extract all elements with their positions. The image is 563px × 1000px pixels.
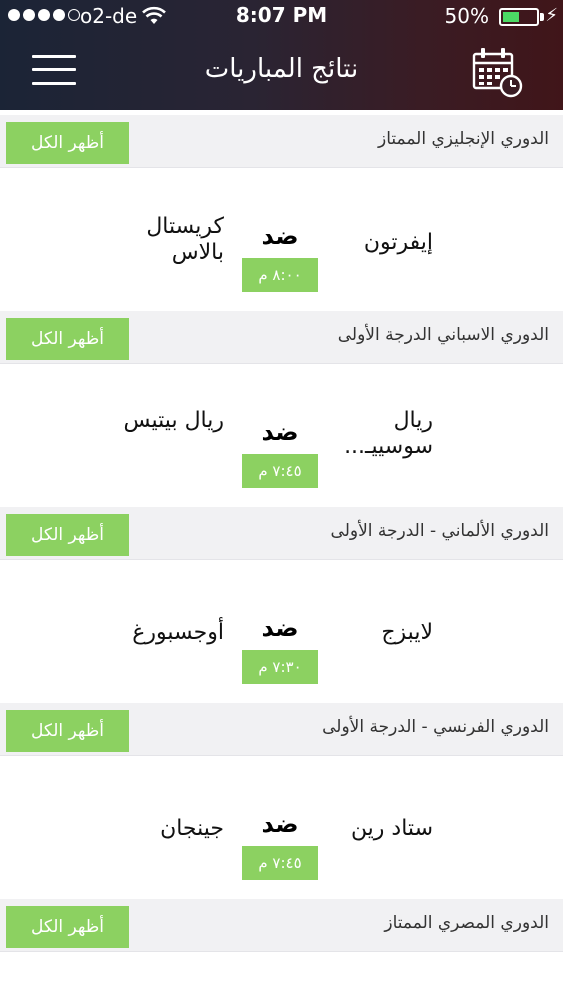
home-team: إيفرتون bbox=[363, 230, 433, 255]
app-header: o2-de 8:07 PM 50% ⚡ نتائج المباريات bbox=[0, 0, 563, 110]
match-time-badge: ٧:٣٠ م bbox=[242, 650, 318, 684]
match-time-badge: ٧:٤٥ م bbox=[242, 846, 318, 880]
battery-icon bbox=[499, 8, 539, 26]
versus-label: ضد bbox=[261, 418, 299, 446]
league-name: الدوري الألماني - الدرجة الأولى bbox=[330, 521, 549, 541]
versus-label: ضد bbox=[261, 614, 299, 642]
league-name: الدوري الإنجليزي الممتاز bbox=[377, 129, 549, 149]
show-all-button[interactable]: أظهر الكل bbox=[6, 122, 129, 164]
away-team: جينجان bbox=[160, 816, 224, 841]
home-team: ستاد رين bbox=[350, 816, 433, 841]
home-team: لايبزج bbox=[381, 620, 433, 645]
versus-label: ضد bbox=[261, 222, 299, 250]
away-team: أوجسبورغ bbox=[132, 620, 224, 645]
calendar-icon[interactable] bbox=[470, 44, 526, 100]
league-header-egyptian-league: أظهر الكل الدوري المصري الممتاز bbox=[0, 899, 563, 952]
league-name: الدوري الاسباني الدرجة الأولى bbox=[337, 325, 549, 345]
league-header-ligue-1: أظهر الكل الدوري الفرنسي - الدرجة الأولى bbox=[0, 703, 563, 756]
league-header-la-liga: أظهر الكل الدوري الاسباني الدرجة الأولى bbox=[0, 311, 563, 364]
match-row[interactable]: لايبزج ضد أوجسبورغ ٧:٣٠ م bbox=[0, 560, 563, 694]
show-all-button[interactable]: أظهر الكل bbox=[6, 318, 129, 360]
show-all-button[interactable]: أظهر الكل bbox=[6, 906, 129, 948]
charging-icon: ⚡ bbox=[545, 5, 558, 26]
battery-tip bbox=[540, 13, 544, 21]
league-header-bundesliga: أظهر الكل الدوري الألماني - الدرجة الأول… bbox=[0, 507, 563, 560]
league-name: الدوري الفرنسي - الدرجة الأولى bbox=[322, 717, 549, 737]
battery-percentage: 50% bbox=[444, 4, 489, 28]
league-header-premier-league: أظهر الكل الدوري الإنجليزي الممتاز bbox=[0, 115, 563, 168]
match-time-badge: ٨:٠٠ م bbox=[242, 258, 318, 292]
show-all-button[interactable]: أظهر الكل bbox=[6, 514, 129, 556]
status-bar: o2-de 8:07 PM 50% ⚡ bbox=[0, 0, 563, 34]
match-row[interactable]: ريال سوسييـ... ضد ريال بيتيس ٧:٤٥ م bbox=[0, 364, 563, 498]
match-time-badge: ٧:٤٥ م bbox=[242, 454, 318, 488]
away-team: ريال بيتيس bbox=[123, 408, 224, 433]
away-team: كريستال بالاس bbox=[146, 214, 224, 265]
home-team: ريال سوسييـ... bbox=[344, 408, 433, 459]
match-row[interactable]: إيفرتون ضد كريستال بالاس ٨:٠٠ م bbox=[0, 168, 563, 302]
versus-label: ضد bbox=[261, 810, 299, 838]
show-all-button[interactable]: أظهر الكل bbox=[6, 710, 129, 752]
league-name: الدوري المصري الممتاز bbox=[384, 913, 549, 933]
match-row[interactable]: ستاد رين ضد جينجان ٧:٤٥ م bbox=[0, 756, 563, 890]
